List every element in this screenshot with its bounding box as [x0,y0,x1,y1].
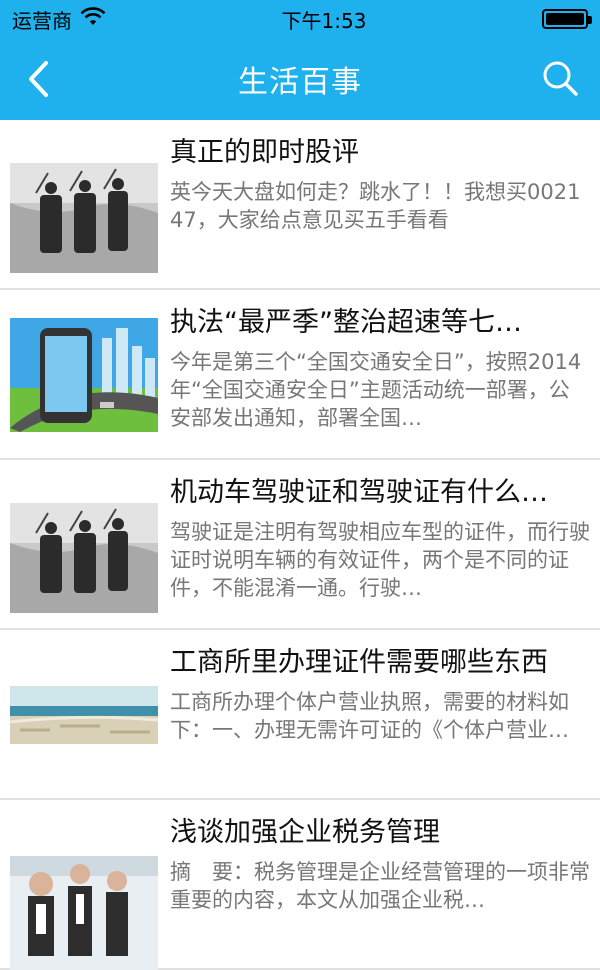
article-list: 真正的即时股评 英今天大盘如何走？跳水了！！我想买002147，大家给点意见买五… [0,120,600,970]
list-item[interactable]: 真正的即时股评 英今天大盘如何走？跳水了！！我想买002147，大家给点意见买五… [0,120,600,290]
article-title: 执法“最严季”整治超速等七… [170,307,522,338]
list-item[interactable]: 浅谈加强企业税务管理 摘 要：税务管理是企业经营管理的一项非常重要的内容，本文从… [0,800,600,970]
list-item[interactable]: 机动车驾驶证和驾驶证有什么… 驾驶证是注明有驾驶相应车型的证件，而行驶证时说明车… [0,460,600,630]
carrier-label: 运营商 [12,8,72,33]
battery-icon [541,9,592,29]
article-thumbnail [10,856,158,970]
status-time: 下午1:53 [281,8,367,33]
wifi-icon [80,6,106,32]
article-summary: 今年是第三个“全国交通安全日”，按照2014年“全国交通安全日”主题活动统一部署… [170,350,582,430]
article-thumbnail [10,686,158,744]
back-button[interactable] [18,56,58,102]
chevron-left-icon [29,61,48,97]
article-title: 真正的即时股评 [170,137,359,168]
article-summary: 工商所办理个体户营业执照，需要的材料如下：一、办理无需许可证的《个体户营业… [170,690,569,742]
search-icon [543,61,578,96]
article-thumbnail [10,318,158,432]
article-title: 工商所里办理证件需要哪些东西 [170,647,548,678]
article-summary: 摘 要：税务管理是企业经营管理的一项非常重要的内容，本文从加强企业税… [170,860,590,912]
article-summary: 驾驶证是注明有驾驶相应车型的证件，而行驶证时说明车辆的有效证件，两个是不同的证件… [170,520,590,600]
article-title: 机动车驾驶证和驾驶证有什么… [170,477,548,508]
article-thumbnail [10,163,158,273]
page-title: 生活百事 [238,65,362,100]
article-summary: 英今天大盘如何走？跳水了！！我想买002147，大家给点意见买五手看看 [170,180,581,232]
article-thumbnail [10,503,158,613]
article-title: 浅谈加强企业税务管理 [170,817,440,848]
search-button[interactable] [536,54,584,102]
navigation-bar: 生活百事 [0,38,600,120]
list-item[interactable]: 执法“最严季”整治超速等七… 今年是第三个“全国交通安全日”，按照2014年“全… [0,290,600,460]
list-item[interactable]: 工商所里办理证件需要哪些东西 工商所办理个体户营业执照，需要的材料如下：一、办理… [0,630,600,800]
status-bar: 运营商 下午1:53 [0,0,600,38]
